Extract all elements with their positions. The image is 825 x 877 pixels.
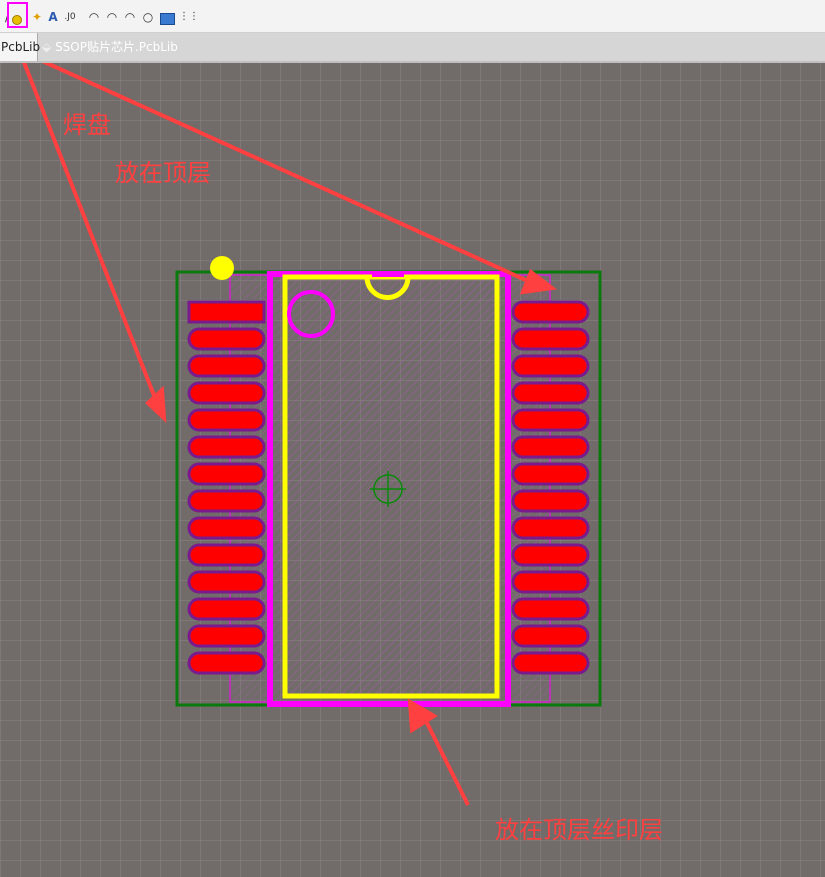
- pad-left-5[interactable]: [187, 408, 266, 432]
- pad-right-5[interactable]: [511, 408, 590, 432]
- top-layer-annotation: 放在顶层: [115, 159, 211, 187]
- pad-right-8[interactable]: [511, 489, 590, 513]
- pad-right-10[interactable]: [511, 543, 590, 567]
- pad-left-7[interactable]: [187, 462, 266, 486]
- pad-left-2[interactable]: [187, 327, 266, 351]
- pad-right-1[interactable]: [511, 300, 590, 324]
- arc-any-icon[interactable]: ◠: [123, 10, 137, 24]
- tab-pcblib[interactable]: PcbLib: [0, 33, 40, 61]
- string-icon[interactable]: .J0: [63, 10, 77, 24]
- document-tabs: PcbLib ⬙ SSOP贴片芯片.PcbLib: [0, 33, 825, 63]
- pad-annotation: 焊盘: [63, 111, 111, 139]
- pad-left-12[interactable]: [187, 597, 266, 621]
- pad-right-7[interactable]: [511, 462, 590, 486]
- arc-center-icon[interactable]: ◠: [87, 10, 101, 24]
- pad-left-8[interactable]: [187, 489, 266, 513]
- tab-ssop-label: SSOP贴片芯片.PcbLib: [55, 40, 178, 54]
- pad-left-9[interactable]: [187, 516, 266, 540]
- toolbar: / ✦ A .J0 ◠ ◠ ◠ ○ ⋮⋮: [0, 0, 825, 33]
- pad-right-13[interactable]: [511, 624, 590, 648]
- pad-left-1[interactable]: [187, 300, 266, 324]
- pad-left-14[interactable]: [187, 651, 266, 675]
- arc-edge-icon[interactable]: ◠: [105, 10, 119, 24]
- pad-right-4[interactable]: [511, 381, 590, 405]
- via-icon[interactable]: ✦: [30, 10, 44, 24]
- silkscreen-annotation: 放在顶层丝印层: [495, 816, 663, 844]
- pcb-canvas[interactable]: 焊盘 放在顶层 放在顶层丝印层: [0, 63, 825, 877]
- pad-right-6[interactable]: [511, 435, 590, 459]
- pad-left-6[interactable]: [187, 435, 266, 459]
- pad-left-10[interactable]: [187, 543, 266, 567]
- pad-right-2[interactable]: [511, 327, 590, 351]
- pad-right-3[interactable]: [511, 354, 590, 378]
- pad-right-9[interactable]: [511, 516, 590, 540]
- pad-left-11[interactable]: [187, 570, 266, 594]
- pcblib-file-icon: ⬙: [42, 40, 52, 54]
- pin1-dot: [210, 256, 234, 280]
- rectangle-icon[interactable]: [160, 13, 175, 25]
- pad-right-14[interactable]: [511, 651, 590, 675]
- tab-ssop-pcblib[interactable]: ⬙ SSOP贴片芯片.PcbLib: [42, 33, 178, 61]
- pad-left-4[interactable]: [187, 381, 266, 405]
- pad-right-12[interactable]: [511, 597, 590, 621]
- pad-left-13[interactable]: [187, 624, 266, 648]
- pad-left-3[interactable]: [187, 354, 266, 378]
- pad-icon[interactable]: [12, 15, 22, 25]
- pad-right-11[interactable]: [511, 570, 590, 594]
- text-icon[interactable]: A: [46, 10, 60, 24]
- array-icon[interactable]: ⋮⋮: [179, 10, 199, 24]
- component-body: [285, 278, 498, 696]
- circle-icon[interactable]: ○: [141, 10, 155, 24]
